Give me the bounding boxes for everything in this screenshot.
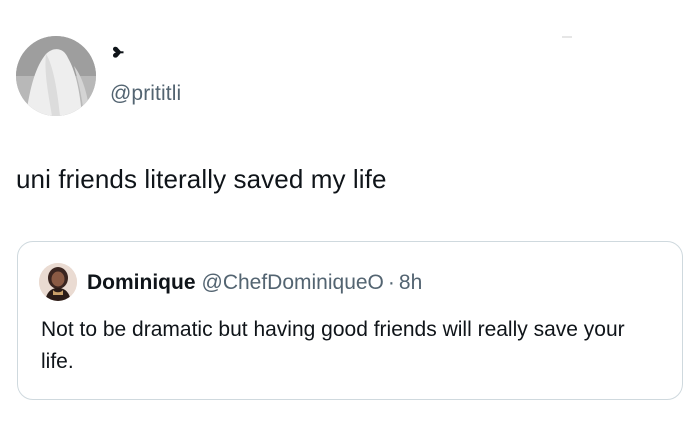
faint-divider: [562, 36, 572, 38]
quoted-author-name[interactable]: Dominique: [87, 271, 196, 294]
quoted-author-avatar[interactable]: [39, 263, 77, 301]
quoted-header: Dominique @ChefDominiqueO · 8h: [87, 271, 422, 295]
display-name-heart-icon[interactable]: [110, 44, 134, 68]
quoted-timestamp[interactable]: 8h: [399, 271, 422, 294]
author-avatar[interactable]: [16, 36, 96, 116]
header-separator: ·: [387, 271, 395, 294]
avatar-image: [16, 36, 96, 116]
tweet-text: uni friends literally saved my life: [16, 164, 387, 194]
author-handle[interactable]: @prititli: [110, 82, 181, 106]
tweet: @prititli uni friends literally saved my…: [0, 0, 700, 437]
quoted-tweet-card[interactable]: Dominique @ChefDominiqueO · 8h Not to be dr…: [17, 241, 683, 400]
quoted-avatar-image: [39, 263, 77, 301]
quoted-tweet-text: Not to be dramatic but having good frien…: [41, 318, 625, 373]
quoted-author-handle[interactable]: @ChefDominiqueO: [202, 271, 384, 294]
